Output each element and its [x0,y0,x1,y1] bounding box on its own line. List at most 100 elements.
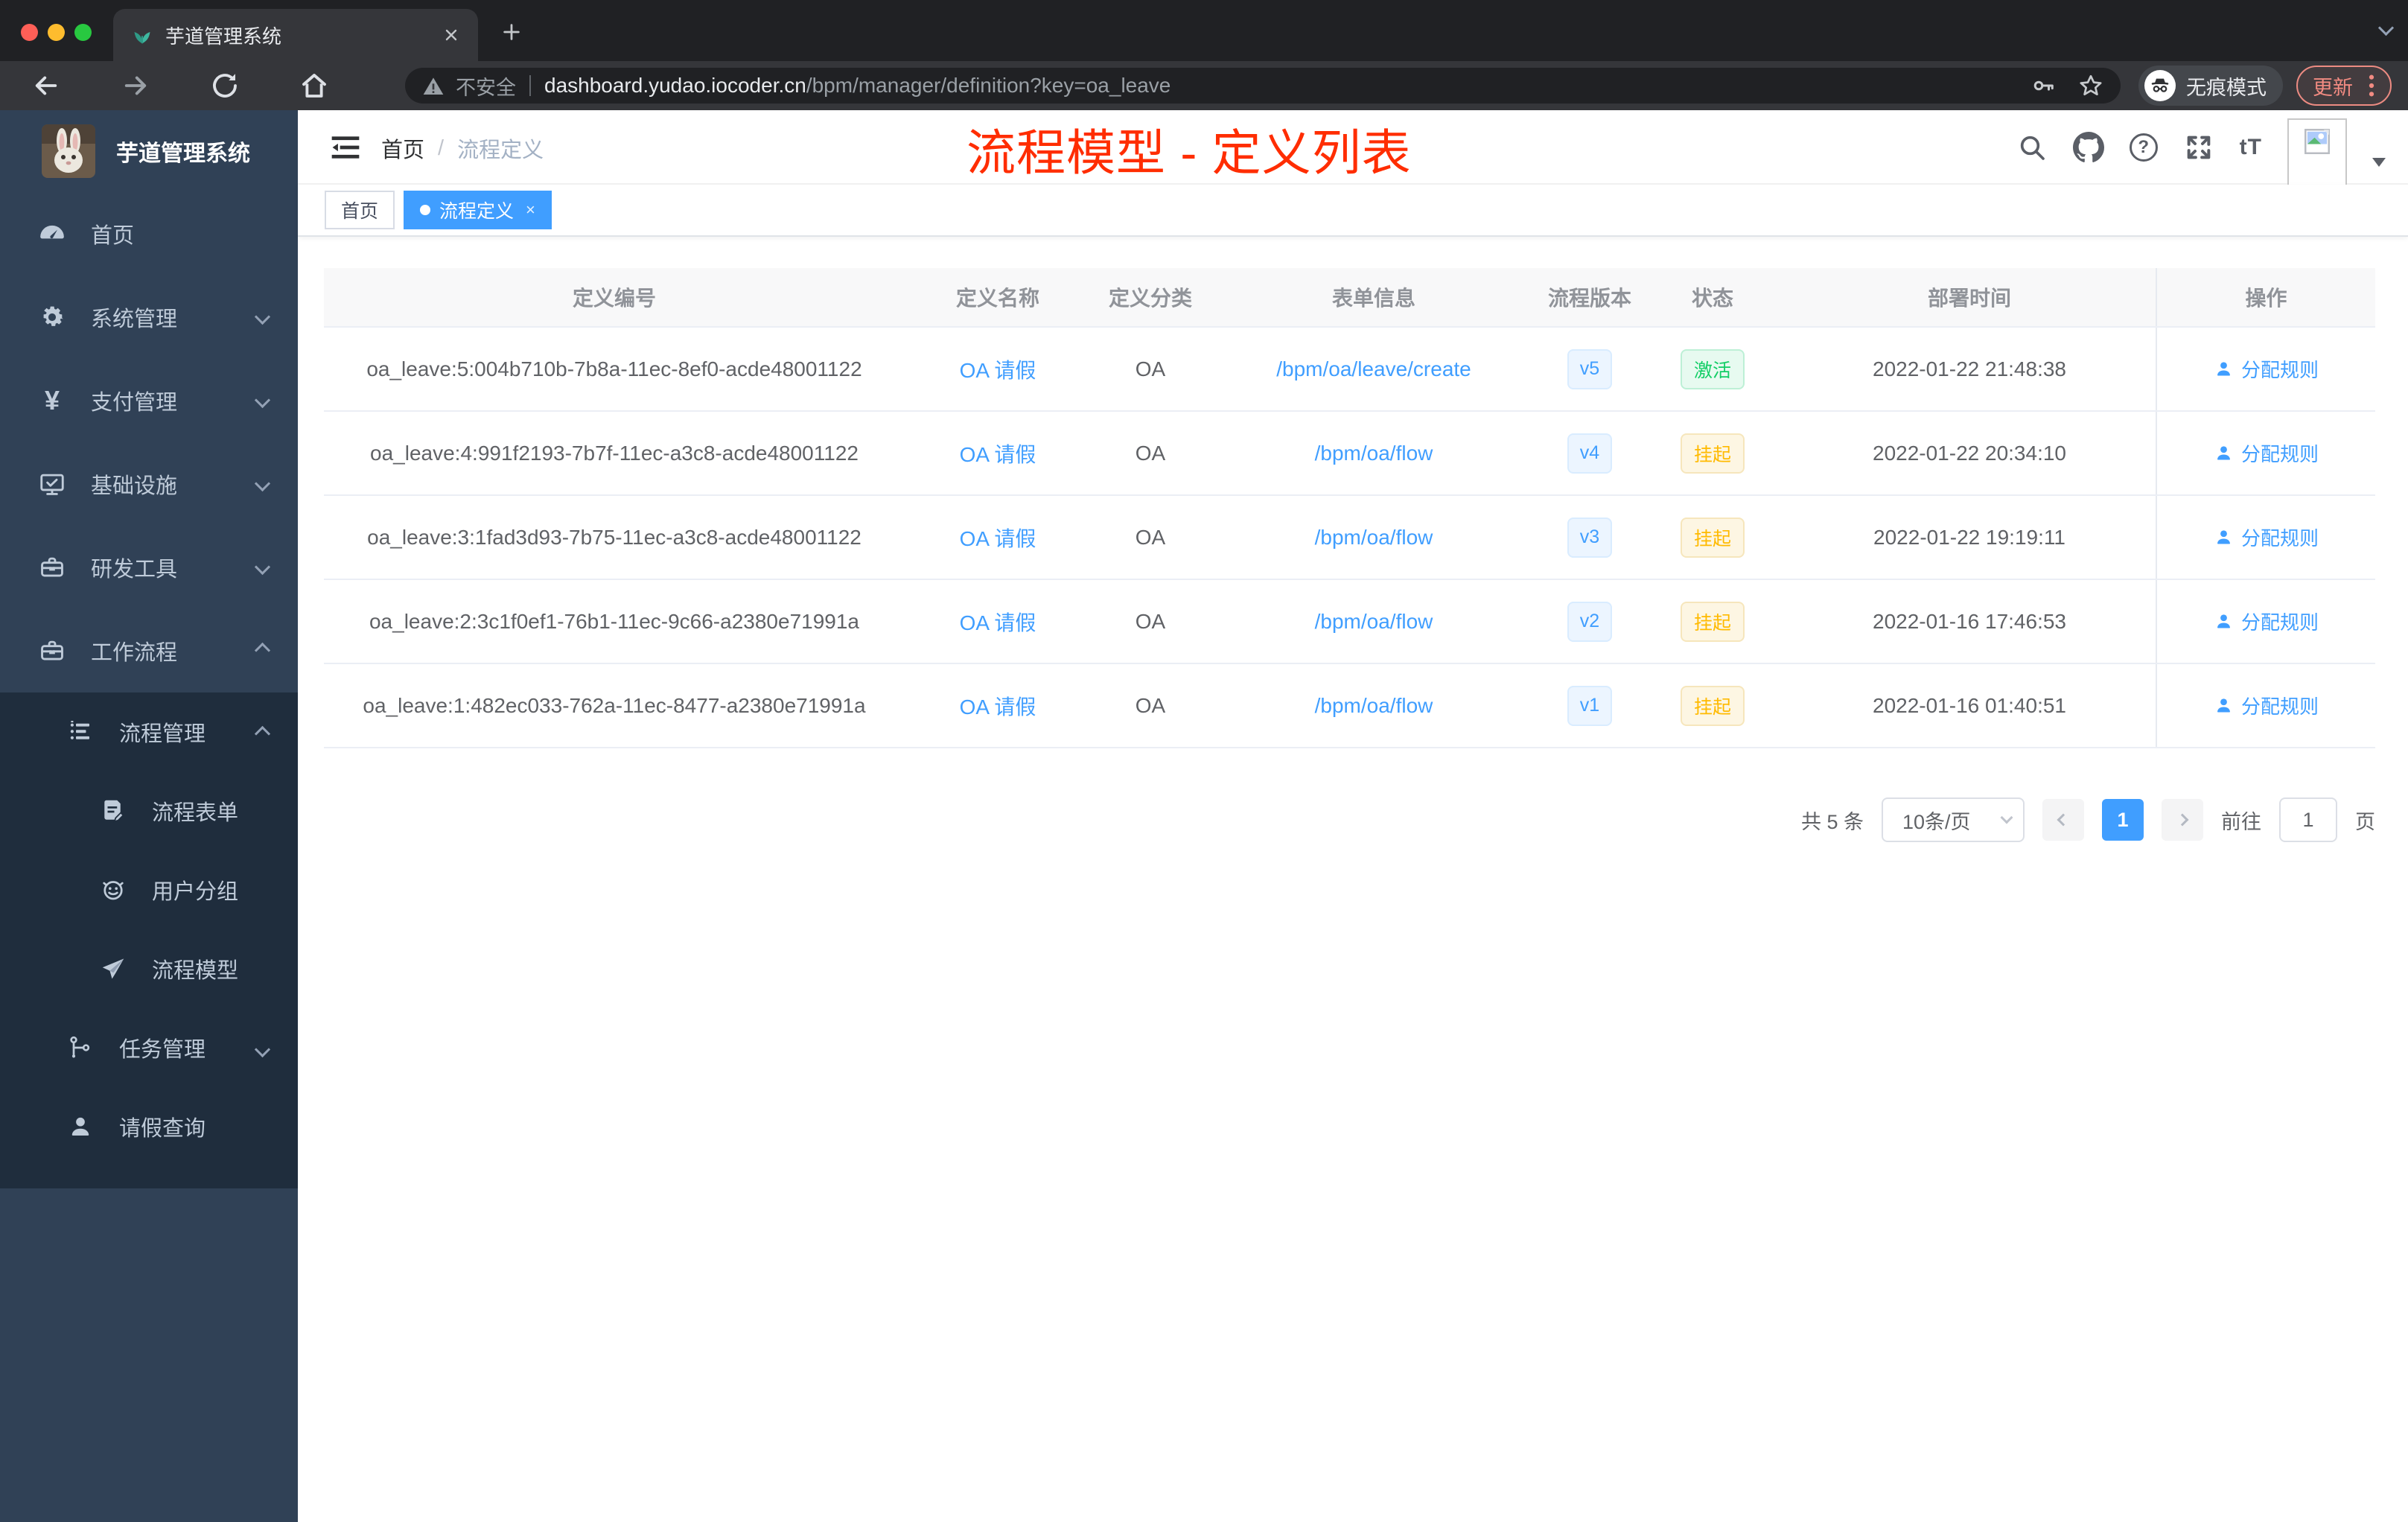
chevron-down-icon [254,475,271,492]
window-zoom-button[interactable] [74,24,92,41]
update-button[interactable]: 更新 [2296,66,2392,106]
url-host[interactable]: dashboard.yudao.iocoder.cn [544,74,806,98]
person-icon [66,1112,95,1142]
sidebar-item-system[interactable]: 系统管理 [0,276,298,359]
reload-icon[interactable] [208,69,241,102]
table-row: oa_leave:3:1fad3d93-7b75-11ec-a3c8-acde4… [324,496,2375,580]
goto-page-input[interactable] [2279,797,2337,842]
status-badge: 激活 [1680,348,1745,389]
form-link[interactable]: /bpm/oa/flow [1315,442,1433,465]
form-link[interactable]: /bpm/oa/flow [1315,694,1433,718]
definition-category: OA [1135,441,1166,465]
sidebar-item-label: 系统管理 [91,308,178,331]
sidebar-logo[interactable]: 芋道管理系统 [0,110,298,192]
workflow-submenu: 流程管理 流程表单 用户分组 流程模型 任务管理 请假查询 [0,692,298,1188]
chevron-down-icon [254,392,271,409]
sidebar-item-task-mgmt[interactable]: 任务管理 [0,1008,298,1087]
tree-list-icon [66,717,95,747]
warning-icon[interactable] [421,74,445,98]
user-group-icon [98,875,128,905]
sidebar-item-leave-query[interactable]: 请假查询 [0,1087,298,1166]
sidebar-item-label: 流程管理 [119,722,206,746]
deploy-time: 2022-01-22 19:19:11 [1873,525,2065,549]
definition-name-link[interactable]: OA 请假 [960,607,1036,637]
sidebar-item-user-group[interactable]: 用户分组 [0,850,298,929]
hamburger-icon[interactable] [329,131,362,164]
definition-name-link[interactable]: OA 请假 [960,439,1036,468]
definition-id: oa_leave:5:004b710b-7b8a-11ec-8ef0-acde4… [366,357,862,380]
assign-rule-button[interactable]: 分配规则 [2214,692,2319,719]
definition-id: oa_leave:2:3c1f0ef1-76b1-11ec-9c66-a2380… [369,609,859,633]
sidebar-item-label: 请假查询 [119,1117,206,1141]
url-path[interactable]: /bpm/manager/definition?key=oa_leave [806,74,1171,98]
form-link[interactable]: /bpm/oa/flow [1315,526,1433,550]
sidebar-item-process-mgmt[interactable]: 流程管理 [0,692,298,771]
assign-rule-button[interactable]: 分配规则 [2214,608,2319,635]
breadcrumb-home[interactable]: 首页 [381,133,424,164]
sidebar-item-label: 流程表单 [152,801,239,825]
sidebar-item-home[interactable]: 首页 [0,192,298,276]
window-minimize-button[interactable] [48,24,65,41]
assign-rule-button[interactable]: 分配规则 [2214,355,2319,383]
sidebar-item-payment[interactable]: ¥ 支付管理 [0,359,298,442]
security-label[interactable]: 不安全 [456,71,516,101]
key-icon[interactable] [2030,72,2057,99]
github-icon[interactable] [2072,132,2104,163]
forward-icon[interactable] [119,69,152,102]
sidebar-item-process-form[interactable]: 流程表单 [0,771,298,850]
more-dots-icon[interactable] [2368,73,2375,98]
logo-avatar [42,124,95,178]
column-header: 操作 [2156,268,2375,326]
page-number-button[interactable]: 1 [2102,799,2144,841]
tab-search-caret-icon[interactable] [2377,19,2395,37]
definition-id: oa_leave:3:1fad3d93-7b75-11ec-a3c8-acde4… [367,525,861,549]
update-label[interactable]: 更新 [2313,71,2353,101]
url-bar[interactable]: 不安全 dashboard.yudao.iocoder.cn/bpm/manag… [405,68,2121,104]
sidebar-item-devtools[interactable]: 研发工具 [0,526,298,609]
deploy-time: 2022-01-16 17:46:53 [1873,609,2066,633]
form-link[interactable]: /bpm/oa/leave/create [1276,357,1471,381]
browser-tab[interactable]: 芋道管理系统 [113,9,478,61]
avatar[interactable] [2287,118,2347,187]
column-header: 定义分类 [1108,287,1192,310]
caret-down-icon[interactable] [2372,158,2386,167]
page-size-select[interactable]: 10条/页 [1882,797,2025,842]
column-header: 定义名称 [955,287,1039,310]
window-close-button[interactable] [21,24,38,41]
tag-close-icon[interactable]: × [526,202,535,218]
assign-rule-button[interactable]: 分配规则 [2214,439,2319,467]
tag-process-definition[interactable]: 流程定义 × [404,191,552,229]
help-icon[interactable]: ? [2129,133,2158,162]
prev-page-button[interactable] [2042,799,2084,841]
column-header: 部署时间 [1927,287,2011,310]
definition-id: oa_leave:4:991f2193-7b7f-11ec-a3c8-acde4… [370,441,859,465]
sidebar-item-label: 支付管理 [91,391,178,415]
sidebar-item-process-model[interactable]: 流程模型 [0,929,298,1008]
search-icon[interactable] [2016,132,2048,163]
home-icon[interactable] [298,69,331,102]
form-link[interactable]: /bpm/oa/flow [1315,610,1433,634]
status-badge: 挂起 [1680,517,1745,558]
assign-rule-button[interactable]: 分配规则 [2214,523,2319,551]
tag-bar: 首页 流程定义 × [298,185,2408,237]
fullscreen-icon[interactable] [2183,132,2214,163]
browser-chrome: 芋道管理系统 不安全 dashboard.yudao.iocoder.cn /b… [0,0,2408,110]
back-icon[interactable] [30,69,63,102]
next-page-button[interactable] [2162,799,2203,841]
tag-home[interactable]: 首页 [325,191,395,229]
sidebar-item-workflow[interactable]: 工作流程 [0,609,298,692]
table-header-row: 定义编号 定义名称 定义分类 表单信息 流程版本 状态 部署时间 操作 [324,268,2375,328]
tab-close-icon[interactable] [442,26,460,44]
breadcrumb: 首页 / 流程定义 [381,133,544,164]
monitor-check-icon [37,469,67,499]
window-controls [21,24,92,41]
definition-name-link[interactable]: OA 请假 [960,354,1036,384]
star-icon[interactable] [2077,72,2104,99]
definition-name-link[interactable]: OA 请假 [960,523,1036,553]
definition-name-link[interactable]: OA 请假 [960,691,1036,721]
app-window: 芋道管理系统 首页 系统管理 ¥ 支付管理 基础设施 研发工具 工作流程 流程管… [0,110,2408,1522]
new-tab-button[interactable] [494,15,529,49]
sidebar-item-infra[interactable]: 基础设施 [0,442,298,526]
font-size-icon[interactable]: tT [2240,135,2262,160]
table-row: oa_leave:2:3c1f0ef1-76b1-11ec-9c66-a2380… [324,580,2375,664]
